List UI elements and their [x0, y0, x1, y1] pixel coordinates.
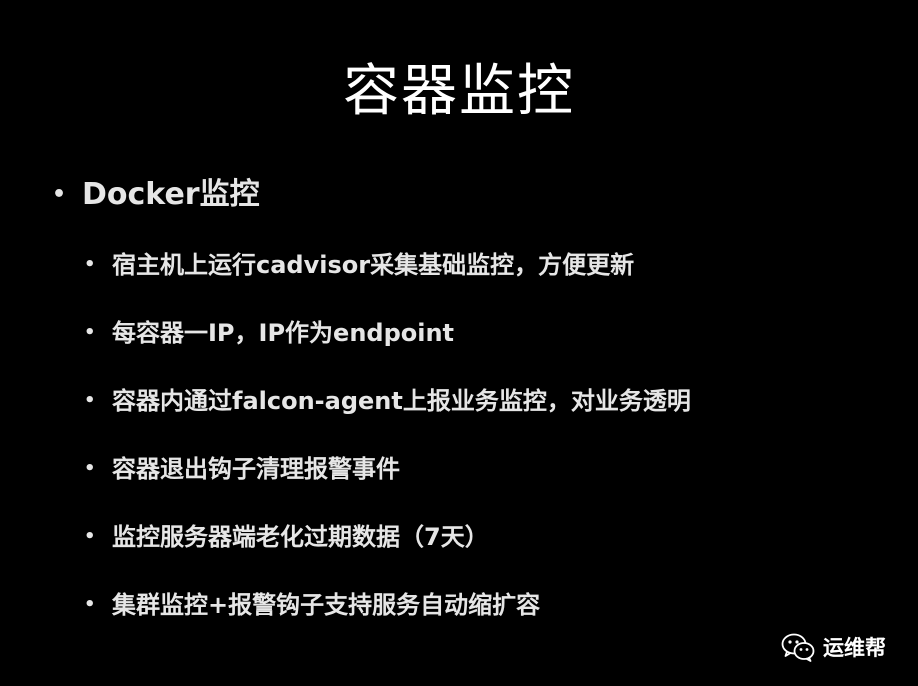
- bullet-dot: •: [84, 594, 96, 615]
- bullet-dot: •: [84, 254, 96, 275]
- slide-title: 容器监控: [343, 59, 575, 124]
- watermark: 运维帮: [781, 630, 886, 664]
- bullet-dot: •: [84, 458, 96, 479]
- watermark-label: 运维帮: [823, 636, 886, 660]
- sub-bullet-label: 容器内通过falcon-agent上报业务监控，对业务透明: [112, 387, 691, 415]
- sub-bullet-label: 每容器一IP，IP作为endpoint: [112, 319, 455, 347]
- bullet-dot: •: [84, 526, 96, 547]
- bullet-dot: •: [84, 390, 96, 411]
- sub-bullet-label: 监控服务器端老化过期数据（7天）: [112, 523, 489, 551]
- sub-bullet-label: 宿主机上运行cadvisor采集基础监控，方便更新: [112, 251, 635, 279]
- sub-bullet-label: 容器退出钩子清理报警事件: [112, 455, 400, 483]
- sub-bullet-label: 集群监控+报警钩子支持服务自动缩扩容: [112, 591, 541, 619]
- bullet-dot: •: [84, 322, 96, 343]
- wechat-icon: [781, 633, 815, 662]
- bullet-label: Docker监控: [82, 177, 260, 212]
- bullet-dot: •: [52, 182, 67, 207]
